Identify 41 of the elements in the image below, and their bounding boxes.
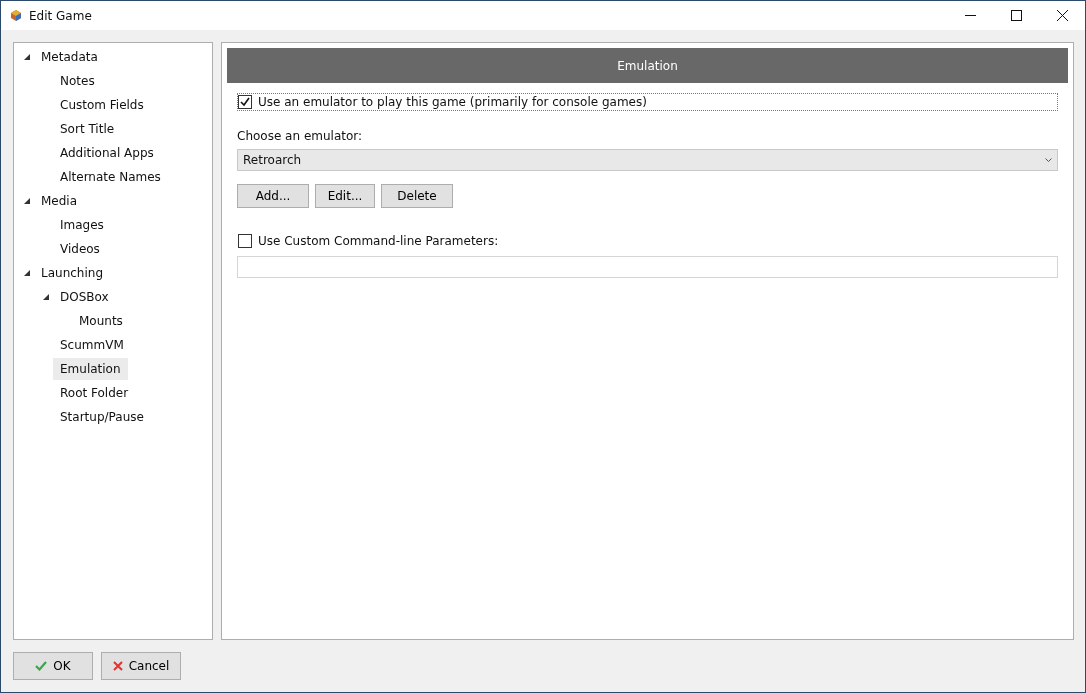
app-icon (11, 10, 21, 21)
tree-item[interactable]: Alternate Names (53, 166, 168, 188)
tree-item[interactable]: ScummVM (53, 334, 131, 356)
collapse-arrow-icon[interactable] (23, 269, 31, 277)
tree-item[interactable]: Sort Title (53, 118, 122, 140)
cancel-button[interactable]: Cancel (101, 652, 181, 680)
minimize-icon (964, 15, 976, 16)
tree-item[interactable]: Startup/Pause (53, 406, 151, 428)
tree-item[interactable]: Custom Fields (53, 94, 151, 116)
checkbox-label: Use an emulator to play this game (primarily for console games) (258, 95, 647, 109)
panel-header: Emulation (227, 48, 1068, 83)
collapse-arrow-icon[interactable] (23, 53, 31, 61)
tree-item[interactable]: Emulation (53, 358, 128, 380)
action-button[interactable]: Delete (381, 184, 453, 208)
tree-item[interactable]: Images (53, 214, 111, 236)
tree-item[interactable]: Root Folder (53, 382, 136, 404)
close-icon (1056, 10, 1068, 21)
tree-item[interactable]: Mounts (72, 310, 130, 332)
action-button[interactable]: Add... (237, 184, 309, 208)
tree-item[interactable]: Videos (53, 238, 107, 260)
chevron-down-icon (1045, 157, 1052, 163)
window-title: Edit Game (29, 8, 92, 23)
tree-item[interactable]: Media (34, 190, 85, 212)
checkbox-label: Use Custom Command-line Parameters: (258, 234, 499, 248)
tree-item[interactable]: DOSBox (53, 286, 116, 308)
tree-item[interactable]: Launching (34, 262, 110, 284)
collapse-arrow-icon[interactable] (23, 197, 31, 205)
close-icon (112, 661, 123, 671)
check-icon (35, 661, 48, 671)
action-button[interactable]: Edit... (315, 184, 375, 208)
parameters-input[interactable] (237, 256, 1058, 278)
maximize-icon (1010, 10, 1022, 21)
field-label: Choose an emulator: (237, 129, 364, 143)
checkbox[interactable] (238, 234, 252, 248)
tree-item[interactable]: Additional Apps (53, 142, 161, 164)
tree-item[interactable]: Notes (53, 70, 102, 92)
emulator-dropdown[interactable]: Retroarch (237, 149, 1058, 171)
checkbox[interactable] (238, 95, 252, 109)
tree-item[interactable]: Metadata (34, 46, 105, 68)
collapse-arrow-icon[interactable] (42, 293, 50, 301)
ok-button[interactable]: OK (13, 652, 93, 680)
